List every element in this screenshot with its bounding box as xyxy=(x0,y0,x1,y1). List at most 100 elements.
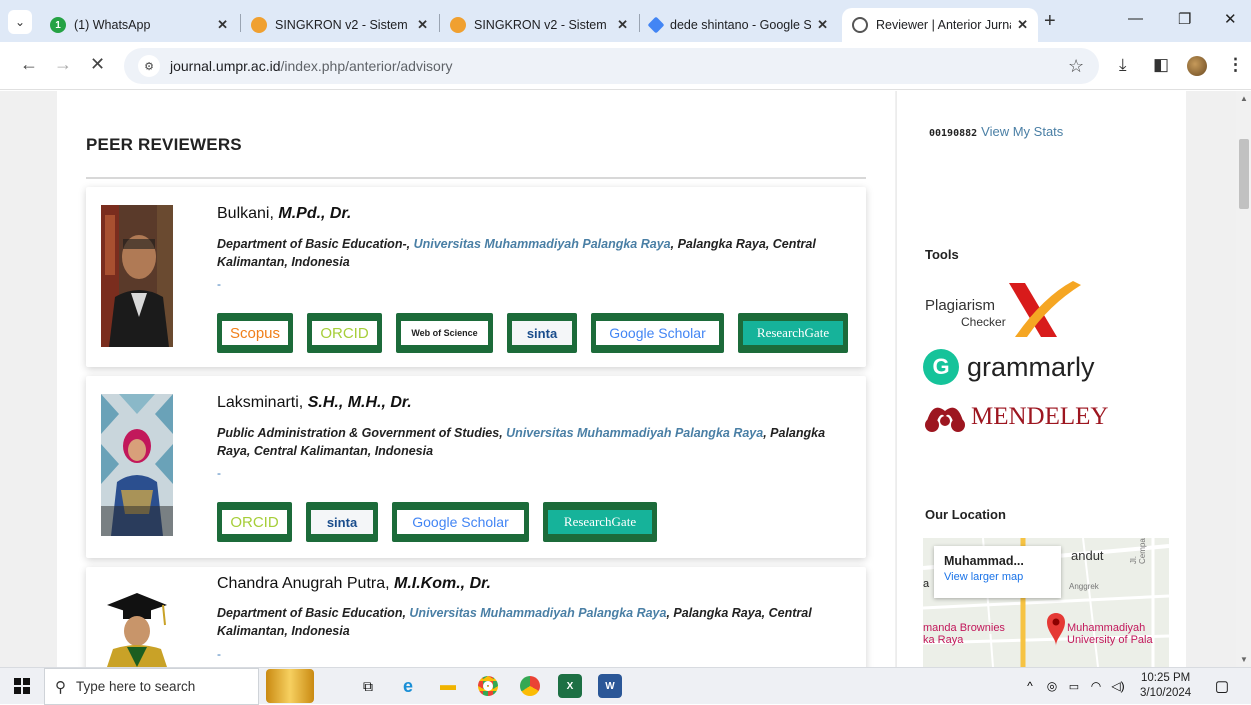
reviewer-name: Laksminarti, S.H., M.H., Dr. xyxy=(217,394,412,411)
new-tab-button[interactable]: + xyxy=(1044,10,1056,33)
file-explorer-icon[interactable]: ▬ xyxy=(436,674,460,698)
tab-reviewer-active[interactable]: Reviewer | Anterior Jurna ✕ xyxy=(842,8,1038,42)
close-tab-icon[interactable]: ✕ xyxy=(817,17,828,33)
url-path: /index.php/anterior/advisory xyxy=(280,58,453,74)
visitor-count: 00190882 xyxy=(929,128,978,139)
main-content: PEER REVIEWERS Bulkani, M.Pd., Dr. Depar… xyxy=(57,91,895,667)
menu-dots-icon[interactable]: ⋮ xyxy=(1227,55,1244,75)
tab-title: dede shintano - Google S xyxy=(670,18,812,32)
close-window-icon[interactable]: ✕ xyxy=(1224,10,1237,28)
plagiarism-checker-logo[interactable]: Plagiarism Checker xyxy=(923,279,1083,341)
search-highlight-icon[interactable] xyxy=(266,669,314,703)
orcid-badge[interactable]: ORCID xyxy=(217,502,292,542)
chrome-icon[interactable] xyxy=(476,674,500,698)
excel-icon[interactable]: X xyxy=(558,674,582,698)
tab-title: (1) WhatsApp xyxy=(74,18,151,32)
university-link[interactable]: Universitas Muhammadiyah Palangka Raya xyxy=(414,237,671,251)
university-link[interactable]: Universitas Muhammadiyah Palangka Raya xyxy=(506,426,763,440)
wifi-icon[interactable]: ◠ xyxy=(1084,674,1108,698)
view-larger-map-link[interactable]: View larger map xyxy=(944,571,1051,583)
sinta-badge[interactable]: sinta xyxy=(507,313,577,353)
scopus-badge[interactable]: Scopus xyxy=(217,313,293,353)
scroll-down-icon[interactable]: ▼ xyxy=(1240,655,1248,664)
windows-taskbar: ⚲ Type here to search ⧉ e ▬ X W ^ ◎ ▭ ◠ … xyxy=(0,667,1251,705)
tab-singkron-2[interactable]: SINGKRON v2 - Sistem In ✕ xyxy=(440,8,638,42)
reviewer-badges: ORCID sinta Google Scholar ResearchGate xyxy=(217,502,657,542)
view-stats-link[interactable]: View My Stats xyxy=(981,124,1063,139)
reviewer-affiliation: Public Administration & Government of St… xyxy=(217,426,826,458)
reviewer-dash: - xyxy=(217,277,221,291)
tab-title: Reviewer | Anterior Jurna xyxy=(876,18,1012,32)
location-map[interactable]: a andut Anggrek Jl. Cempaka manda Browni… xyxy=(923,538,1169,667)
task-view-icon[interactable]: ⧉ xyxy=(356,674,380,698)
word-icon[interactable]: W xyxy=(598,674,622,698)
orcid-badge[interactable]: ORCID xyxy=(307,313,382,353)
side-panel-icon[interactable]: ◧ xyxy=(1153,55,1169,75)
profile-avatar[interactable] xyxy=(1187,56,1207,76)
reviewer-name: Chandra Anugrah Putra, M.I.Kom., Dr. xyxy=(217,575,491,592)
web-of-science-badge[interactable]: Web of Science xyxy=(396,313,493,353)
google-scholar-badge[interactable]: Google Scholar xyxy=(392,502,529,542)
sidebar: 00190882 View My Stats Tools Plagiarism C… xyxy=(896,91,1186,667)
page-scrollbar[interactable]: ▲ ▼ xyxy=(1236,91,1251,667)
google-scholar-badge[interactable]: Google Scholar xyxy=(591,313,724,353)
close-tab-icon[interactable]: ✕ xyxy=(217,17,228,33)
browser-tab-bar: ⌄ 1 (1) WhatsApp ✕ SINGKRON v2 - Sistem … xyxy=(0,0,1251,42)
address-bar[interactable]: ⚙ journal.umpr.ac.id/index.php/anterior/… xyxy=(124,48,1099,84)
close-tab-icon[interactable]: ✕ xyxy=(417,17,428,33)
map-place-name: Muhammad... xyxy=(944,554,1024,568)
stop-loading-icon[interactable]: ✕ xyxy=(90,54,105,75)
scroll-up-icon[interactable]: ▲ xyxy=(1240,94,1248,103)
scrollbar-thumb[interactable] xyxy=(1239,139,1249,209)
map-info-popup: Muhammad... View larger map xyxy=(934,546,1061,598)
stats-counter: 00190882 View My Stats xyxy=(929,124,1063,139)
university-link[interactable]: Universitas Muhammadiyah Palangka Raya xyxy=(409,606,666,620)
url-domain: journal.umpr.ac.id xyxy=(170,58,281,74)
restore-icon[interactable]: ❐ xyxy=(1178,10,1191,28)
chrome-profile-icon[interactable] xyxy=(518,674,542,698)
grammarly-icon: G xyxy=(923,349,959,385)
researchgate-badge[interactable]: ResearchGate xyxy=(543,502,657,542)
volume-icon[interactable]: ◁) xyxy=(1106,674,1130,698)
tools-heading: Tools xyxy=(925,247,959,262)
reviewer-dash: - xyxy=(217,466,221,480)
reviewer-card: Bulkani, M.Pd., Dr. Department of Basic … xyxy=(86,187,866,367)
whatsapp-icon: 1 xyxy=(50,17,66,33)
title-divider xyxy=(86,177,866,179)
mendeley-logo[interactable]: MENDELEY xyxy=(923,397,1108,437)
tab-search-button[interactable]: ⌄ xyxy=(8,10,32,34)
taskbar-search-box[interactable]: ⚲ Type here to search xyxy=(44,668,259,705)
researchgate-badge[interactable]: ResearchGate xyxy=(738,313,848,353)
site-info-icon[interactable]: ⚙ xyxy=(138,55,160,77)
taskbar-clock[interactable]: 10:25 PM 3/10/2024 xyxy=(1140,671,1191,701)
edge-icon[interactable]: e xyxy=(396,674,420,698)
mendeley-icon xyxy=(925,407,965,432)
tab-singkron-1[interactable]: SINGKRON v2 - Sistem In ✕ xyxy=(241,8,438,42)
back-arrow-icon[interactable]: ← xyxy=(20,54,38,75)
tab-whatsapp[interactable]: 1 (1) WhatsApp ✕ xyxy=(40,8,238,42)
our-location-heading: Our Location xyxy=(925,507,1006,522)
reviewer-card: Chandra Anugrah Putra, M.I.Kom., Dr. Dep… xyxy=(86,567,866,667)
singkron-icon xyxy=(450,17,466,33)
download-icon[interactable]: ⤓ xyxy=(1119,55,1127,75)
network-icon[interactable]: ◎ xyxy=(1040,674,1064,698)
show-hidden-icons[interactable]: ^ xyxy=(1018,674,1042,698)
close-tab-icon[interactable]: ✕ xyxy=(1017,17,1028,33)
page-title: PEER REVIEWERS xyxy=(86,135,242,154)
sinta-badge[interactable]: sinta xyxy=(306,502,378,542)
browser-toolbar: ← → ✕ ⚙ journal.umpr.ac.id/index.php/ant… xyxy=(0,42,1251,90)
taskbar-search-placeholder: Type here to search xyxy=(76,679,196,694)
bookmark-star-icon[interactable]: ☆ xyxy=(1068,56,1084,77)
minimize-icon[interactable]: — xyxy=(1128,10,1143,27)
battery-icon[interactable]: ▭ xyxy=(1062,674,1086,698)
grammarly-logo[interactable]: G grammarly xyxy=(923,347,1095,387)
singkron-icon xyxy=(251,17,267,33)
close-tab-icon[interactable]: ✕ xyxy=(617,17,628,33)
forward-arrow-icon[interactable]: → xyxy=(54,54,72,75)
google-scholar-icon xyxy=(647,16,665,34)
tab-google-scholar[interactable]: dede shintano - Google S ✕ xyxy=(640,8,838,42)
search-icon: ⚲ xyxy=(55,678,66,696)
windows-start-icon[interactable] xyxy=(10,674,34,698)
reviewer-affiliation: Department of Basic Education-, Universi… xyxy=(217,237,816,269)
notification-icon[interactable]: ▢ xyxy=(1210,674,1234,698)
